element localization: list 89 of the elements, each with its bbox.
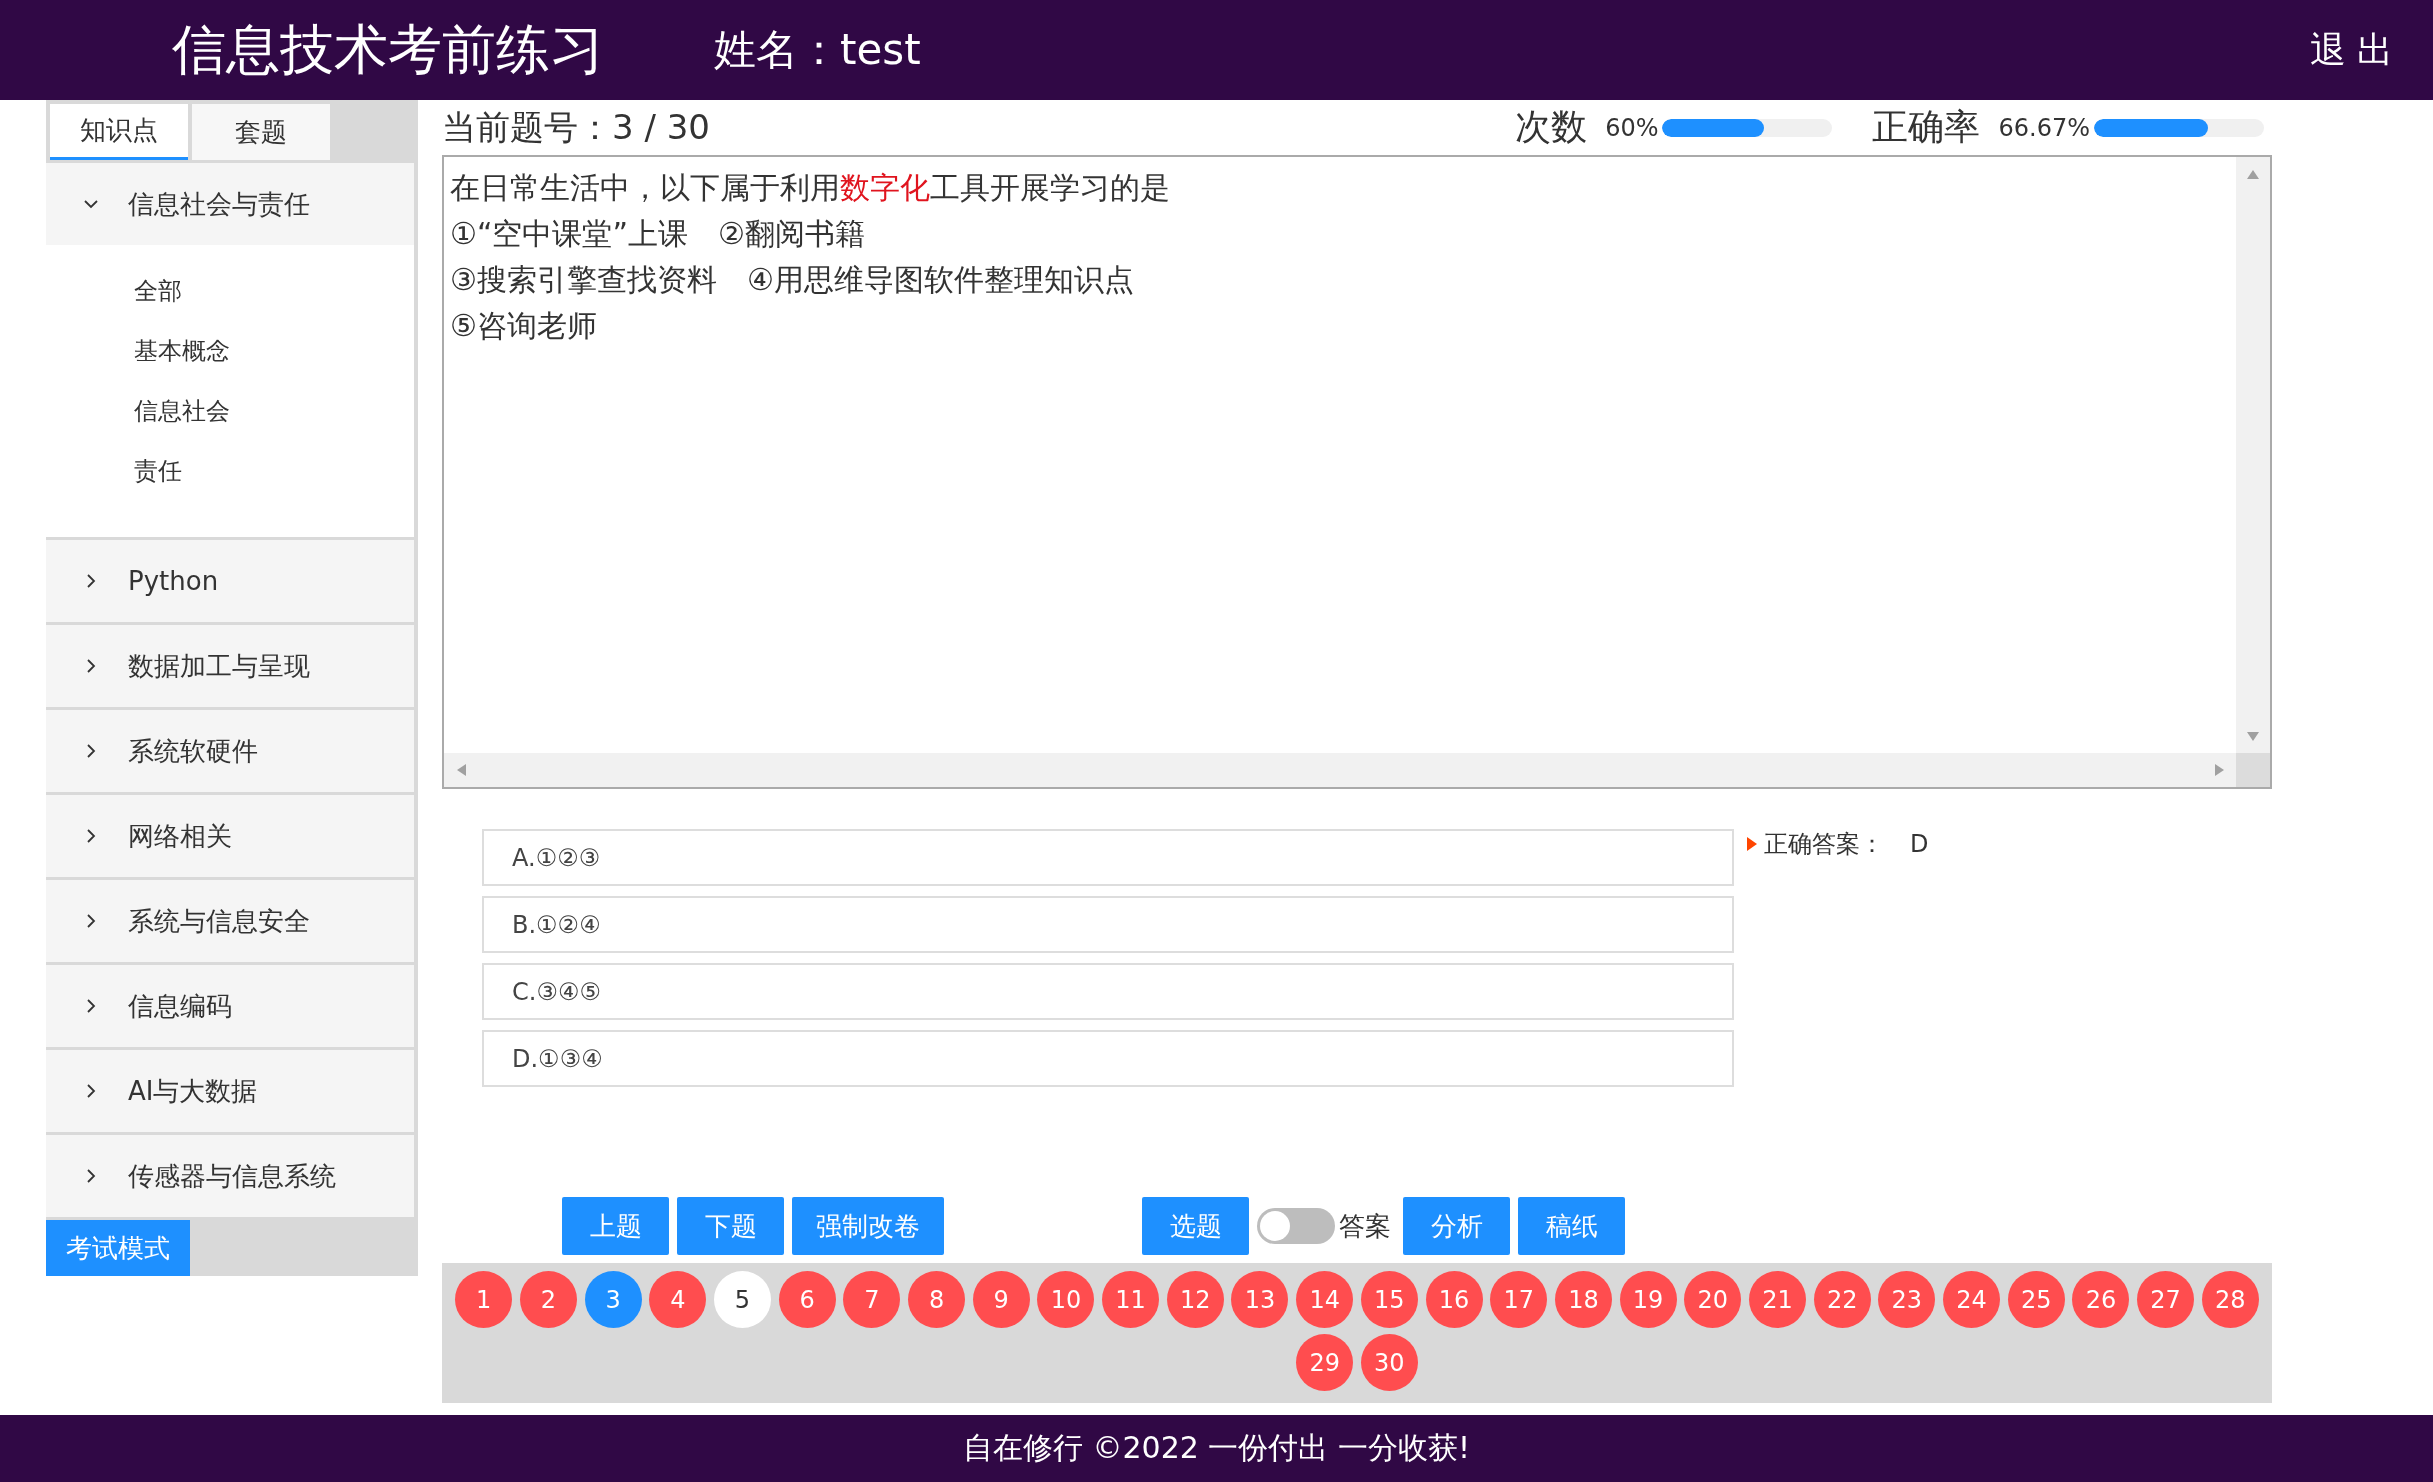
action-button[interactable]: 稿纸 [1518, 1197, 1625, 1255]
question-number-button[interactable]: 22 [1813, 1271, 1871, 1328]
question-number-button[interactable]: 1 [455, 1271, 513, 1328]
question-text: 在日常生活中，以下属于利用数字化工具开展学习的是 [450, 169, 1171, 207]
meter-reading: 66.67% [1998, 113, 2090, 142]
category-label[interactable]: 网络相关 [128, 818, 232, 854]
category-label[interactable]: 信息社会与责任 [128, 186, 310, 222]
question-text: ①“空中课堂”上课 ②翻阅书籍 [450, 215, 866, 253]
question-number-button[interactable]: 10 [1037, 1271, 1095, 1328]
question-number-button[interactable]: 28 [2201, 1271, 2259, 1328]
subcategory-item[interactable]: 责任 [134, 455, 414, 487]
question-number-button[interactable]: 7 [843, 1271, 901, 1328]
footer-text: 自在修行 ©2022 一份付出 一分收获! [963, 1429, 1470, 1467]
horizontal-scrollbar[interactable] [444, 753, 2236, 787]
scroll-down-icon[interactable] [2246, 729, 2260, 743]
category-label[interactable]: 系统与信息安全 [128, 903, 310, 939]
scrollbar-corner [2236, 753, 2270, 787]
question-number-button[interactable]: 5 [713, 1271, 771, 1328]
triangle-icon [1746, 836, 1758, 852]
question-number-button[interactable]: 15 [1360, 1271, 1418, 1328]
question-number-button[interactable]: 4 [649, 1271, 707, 1328]
question-number-button[interactable]: 27 [2137, 1271, 2195, 1328]
meter-label: 次数 [1515, 105, 1588, 149]
exam-mode-button[interactable]: 考试模式 [46, 1220, 190, 1276]
toggle-label: 答案 [1339, 1209, 1391, 1243]
user-label: 姓名： [714, 24, 840, 76]
question-number-button[interactable]: 12 [1166, 1271, 1224, 1328]
meter-reading: 60% [1605, 113, 1659, 142]
category-label[interactable]: 数据加工与呈现 [128, 648, 310, 684]
question-text: ⑤咨询老师 [450, 307, 598, 345]
question-number-button[interactable]: 20 [1684, 1271, 1742, 1328]
meter-label: 正确率 [1872, 105, 1981, 149]
subcategory-item[interactable]: 基本概念 [134, 335, 414, 367]
category-item[interactable]: 信息社会与责任 [46, 160, 414, 245]
question-number-button[interactable]: 29 [1296, 1334, 1354, 1391]
category-item[interactable]: 数据加工与呈现 [46, 622, 414, 707]
question-number-button[interactable]: 24 [1943, 1271, 2001, 1328]
sidebar-tab[interactable]: 知识点 [50, 104, 188, 160]
category-label[interactable]: Python [128, 566, 219, 596]
category-item[interactable]: 系统软硬件 [46, 707, 414, 792]
question-number-button[interactable]: 14 [1296, 1271, 1354, 1328]
question-number-button[interactable]: 2 [519, 1271, 577, 1328]
category-label[interactable]: 传感器与信息系统 [128, 1158, 336, 1194]
vertical-scrollbar[interactable] [2236, 157, 2270, 753]
question-number-button[interactable]: 21 [1748, 1271, 1806, 1328]
app-title: 信息技术考前练习 [172, 16, 604, 83]
category-item[interactable]: 网络相关 [46, 792, 414, 877]
user-name: test [840, 25, 921, 74]
question-counter: 当前题号：3 / 30 [442, 105, 710, 149]
question-text: ③搜索引擎查找资料 ④用思维导图软件整理知识点 [450, 261, 1135, 299]
subcategory-item[interactable]: 全部 [134, 275, 414, 307]
question-number-button[interactable]: 30 [1360, 1334, 1418, 1391]
question-number-button[interactable]: 19 [1619, 1271, 1677, 1328]
question-number-button[interactable]: 25 [2007, 1271, 2065, 1328]
category-label[interactable]: 系统软硬件 [128, 733, 258, 769]
category-item[interactable]: Python [46, 537, 414, 622]
scroll-right-icon[interactable] [2212, 763, 2226, 777]
sidebar-tab[interactable]: 套题 [192, 104, 330, 160]
action-button[interactable]: 分析 [1403, 1197, 1510, 1255]
question-number-button[interactable]: 9 [972, 1271, 1030, 1328]
question-number-button[interactable]: 26 [2072, 1271, 2130, 1328]
subcategory-item[interactable]: 信息社会 [134, 395, 414, 427]
correct-answer-label: 正确答案： [1764, 829, 1884, 860]
category-item[interactable]: 信息编码 [46, 962, 414, 1047]
select-question-button[interactable]: 选题 [1142, 1197, 1249, 1255]
answer-option[interactable]: A.①②③ [482, 829, 1734, 886]
logout-link[interactable]: 退 出 [2309, 25, 2393, 75]
category-label[interactable]: 信息编码 [128, 988, 232, 1024]
question-number-button[interactable]: 16 [1425, 1271, 1483, 1328]
question-number-button[interactable]: 18 [1554, 1271, 1612, 1328]
category-item[interactable]: 系统与信息安全 [46, 877, 414, 962]
question-number-button[interactable]: 23 [1878, 1271, 1936, 1328]
question-number-button[interactable]: 13 [1231, 1271, 1289, 1328]
question-number-button[interactable]: 6 [778, 1271, 836, 1328]
question-number-button[interactable]: 17 [1490, 1271, 1548, 1328]
category-item[interactable]: AI与大数据 [46, 1047, 414, 1132]
answer-option[interactable]: D.①③④ [482, 1030, 1734, 1087]
question-number-button[interactable]: 11 [1102, 1271, 1160, 1328]
category-label[interactable]: AI与大数据 [128, 1073, 258, 1109]
action-button[interactable]: 上题 [562, 1197, 669, 1255]
action-button[interactable]: 强制改卷 [792, 1197, 944, 1255]
action-button[interactable]: 下题 [677, 1197, 784, 1255]
answer-toggle[interactable] [1257, 1208, 1335, 1244]
question-number-button[interactable]: 3 [584, 1271, 642, 1328]
question-number-button[interactable]: 8 [908, 1271, 966, 1328]
answer-option[interactable]: C.③④⑤ [482, 963, 1734, 1020]
answer-option[interactable]: B.①②④ [482, 896, 1734, 953]
correct-answer-value: D [1910, 830, 1929, 858]
category-item[interactable]: 传感器与信息系统 [46, 1132, 414, 1217]
